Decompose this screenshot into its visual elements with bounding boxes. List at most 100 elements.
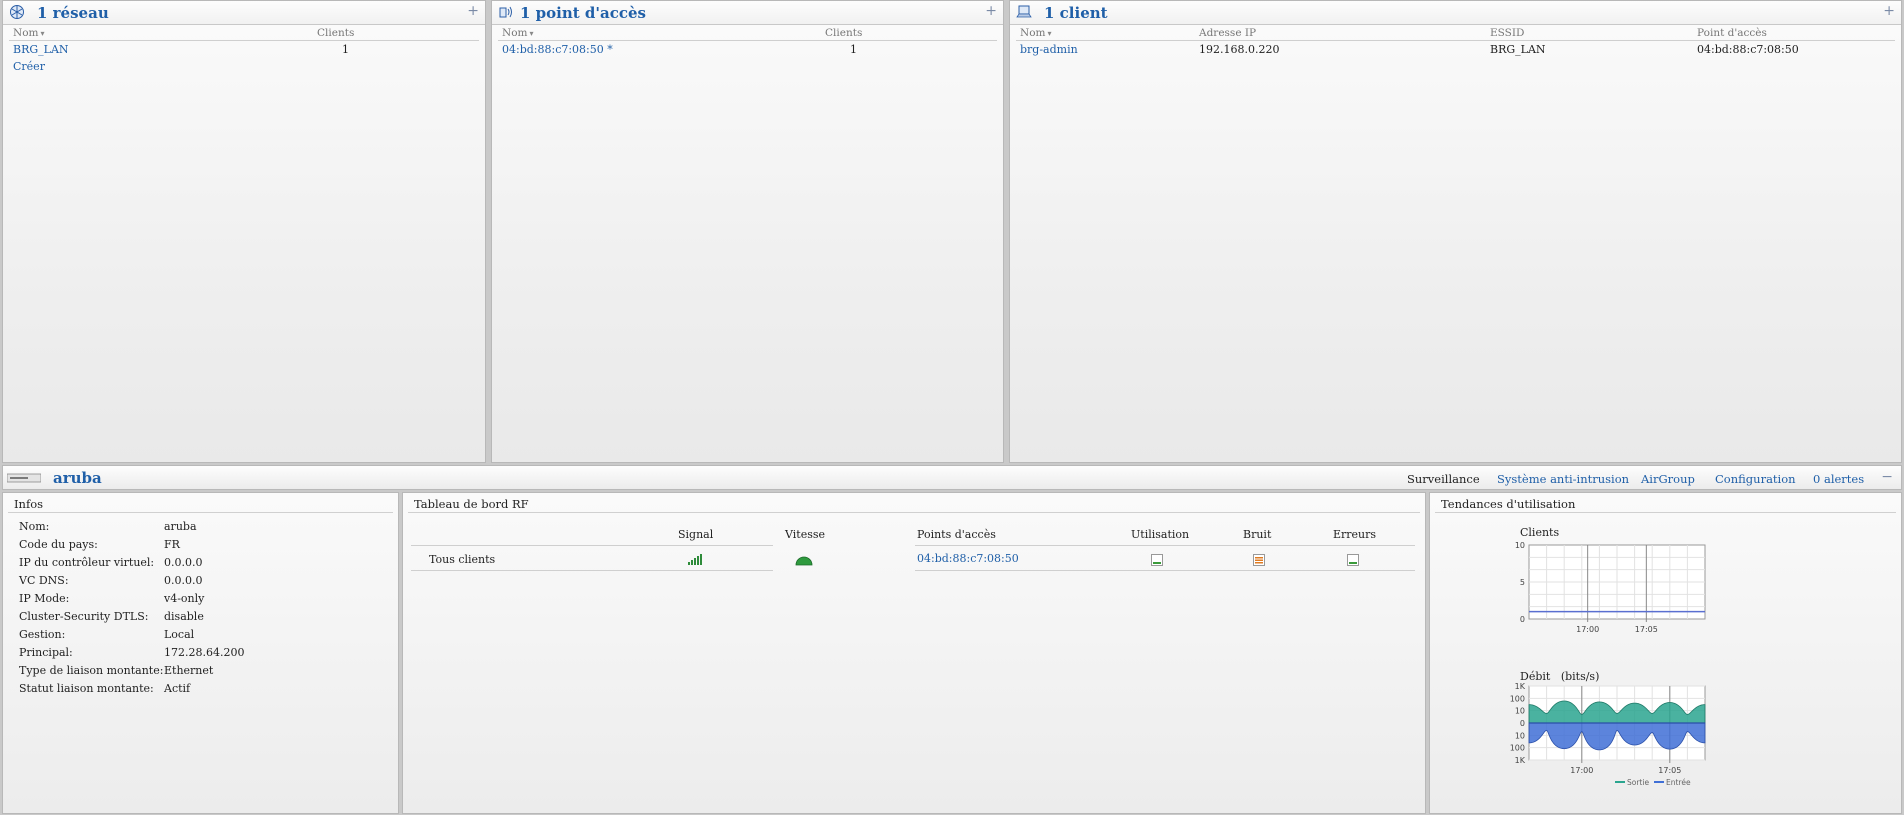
access-point-icon (499, 6, 512, 18)
info-row: IP Mode: v4-only (3, 590, 398, 608)
networks-header: 1 réseau + (3, 1, 485, 25)
info-value: v4-only (164, 592, 205, 605)
rf-dashboard-title: Tableau de bord RF (408, 493, 1420, 513)
client-essid: BRG_LAN (1490, 43, 1546, 56)
info-key: Type de liaison montante: (19, 664, 164, 677)
rf-header-divider (915, 545, 1415, 546)
tab-surveillance[interactable]: Surveillance (1407, 472, 1480, 486)
clients-table-header: Nom ▾ Adresse IP ESSID Point d'accès (1016, 25, 1895, 41)
y-tick-label: 10 (1515, 707, 1525, 716)
tab-intrusion-system[interactable]: Système anti-intrusion (1497, 472, 1629, 486)
column-name[interactable]: Nom ▾ (13, 27, 44, 39)
info-key: IP du contrôleur virtuel: (19, 556, 155, 569)
info-key: VC DNS: (19, 574, 69, 587)
rf-header-access-points: Points d'accès (917, 528, 996, 541)
tab-airgroup[interactable]: AirGroup (1641, 472, 1695, 486)
info-value: 0.0.0.0 (164, 556, 203, 569)
rf-header-divider (411, 545, 773, 546)
info-row: Code du pays: FR (3, 536, 398, 554)
add-network-icon[interactable]: + (467, 3, 479, 19)
client-access-point: 04:bd:88:c7:08:50 (1697, 43, 1799, 56)
noise-icon[interactable] (1253, 554, 1265, 566)
rf-header-noise: Bruit (1243, 528, 1272, 541)
tab-configuration[interactable]: Configuration (1715, 472, 1796, 486)
info-value: disable (164, 610, 204, 623)
info-value: Actif (164, 682, 191, 695)
networks-panel: 1 réseau + Nom ▾ Clients BRG_LAN 1 Créer (2, 0, 486, 463)
table-row[interactable]: brg-admin 192.168.0.220 BRG_LAN 04:bd:88… (1016, 41, 1895, 58)
client-ip: 192.168.0.220 (1199, 43, 1280, 56)
info-row: Type de liaison montante: Ethernet (3, 662, 398, 680)
y-tick-label: 100 (1510, 744, 1525, 753)
info-key: Principal: (19, 646, 73, 659)
info-row: Cluster-Security DTLS: disable (3, 608, 398, 626)
access-points-title: 1 point d'accès (520, 4, 646, 22)
access-point-name-link[interactable]: 04:bd:88:c7:08:50 * (502, 43, 613, 56)
network-icon (10, 5, 24, 19)
add-access-point-icon[interactable]: + (985, 3, 997, 19)
column-name[interactable]: Nom ▾ (502, 27, 533, 39)
y-tick-label: 0 (1520, 719, 1525, 728)
rf-header-utilization: Utilisation (1131, 528, 1190, 541)
controller-bar: aruba Surveillance Système anti-intrusio… (2, 465, 1902, 490)
access-points-table-header: Nom ▾ Clients (498, 25, 997, 41)
info-row: VC DNS: 0.0.0.0 (3, 572, 398, 590)
access-points-header: 1 point d'accès + (492, 1, 1003, 25)
info-value: aruba (164, 520, 197, 533)
create-network-link[interactable]: Créer (13, 60, 45, 73)
clients-panel: 1 client + Nom ▾ Adresse IP ESSID Point d… (1009, 0, 1902, 463)
table-row[interactable]: 04:bd:88:c7:08:50 * 1 (498, 41, 997, 58)
throughput-chart: 1K100100101001K17:00 17:05Sortie Entrée (1510, 682, 1706, 787)
info-panel: Infos Nom: aruba Code du pays: FR IP du co… (2, 492, 399, 814)
info-row: Principal: 172.28.64.200 (3, 644, 398, 662)
info-title: Infos (8, 493, 393, 513)
create-row: Créer (9, 58, 479, 75)
x-tick-label: 17:05 (1635, 625, 1658, 634)
clients-chart-title: Clients (1520, 526, 1560, 539)
rf-dashboard-panel: Tableau de bord RF Signal Vitesse Points… (402, 492, 1426, 814)
clients-title: 1 client (1044, 4, 1108, 22)
rf-row-label: Tous clients (429, 553, 496, 566)
network-clients-count: 1 (342, 43, 349, 56)
sort-desc-icon: ▾ (40, 29, 45, 38)
speed-gauge-icon[interactable] (795, 556, 813, 566)
info-value: FR (164, 538, 180, 551)
networks-table-header: Nom ▾ Clients (9, 25, 479, 41)
usage-trends-panel: Tendances d'utilisation Clients Débit (b… (1429, 492, 1902, 814)
alerts-link[interactable]: 0 alertes (1813, 472, 1864, 486)
collapse-icon[interactable]: − (1881, 469, 1893, 485)
column-clients[interactable]: Clients (825, 27, 862, 39)
column-clients[interactable]: Clients (317, 27, 354, 39)
info-key: Nom: (19, 520, 50, 533)
errors-icon[interactable] (1347, 554, 1359, 566)
x-tick-label: 17:00 (1570, 766, 1593, 775)
info-value: 172.28.64.200 (164, 646, 245, 659)
info-row: Gestion: Local (3, 626, 398, 644)
y-tick-label: 10 (1515, 541, 1525, 550)
table-row[interactable]: BRG_LAN 1 (9, 41, 479, 58)
add-client-icon[interactable]: + (1883, 3, 1895, 19)
column-name[interactable]: Nom ▾ (1020, 27, 1051, 39)
column-access-point[interactable]: Point d'accès (1697, 27, 1767, 39)
sort-desc-icon: ▾ (1047, 29, 1052, 38)
y-tick-label: 1K (1515, 682, 1526, 691)
sort-desc-icon: ▾ (529, 29, 534, 38)
x-tick-label: 17:05 (1658, 766, 1681, 775)
y-tick-label: 5 (1520, 578, 1525, 587)
rf-access-point-link[interactable]: 04:bd:88:c7:08:50 (917, 552, 1019, 565)
signal-bars-icon[interactable] (688, 554, 704, 565)
controller-icon (7, 473, 41, 483)
y-tick-label: 10 (1515, 731, 1525, 740)
access-points-panel: 1 point d'accès + Nom ▾ Clients 04:bd:88:… (491, 0, 1004, 463)
rf-row-divider (915, 570, 1415, 571)
utilization-icon[interactable] (1151, 554, 1163, 566)
column-essid[interactable]: ESSID (1490, 27, 1524, 39)
legend-entree-label: Entrée (1666, 778, 1691, 787)
rf-header-signal: Signal (678, 528, 714, 541)
y-tick-label: 0 (1520, 615, 1525, 624)
network-name-link[interactable]: BRG_LAN (13, 43, 69, 56)
info-value: 0.0.0.0 (164, 574, 203, 587)
client-name-link[interactable]: brg-admin (1020, 43, 1078, 56)
column-ip-address[interactable]: Adresse IP (1199, 27, 1256, 39)
rf-row-divider (411, 570, 773, 571)
